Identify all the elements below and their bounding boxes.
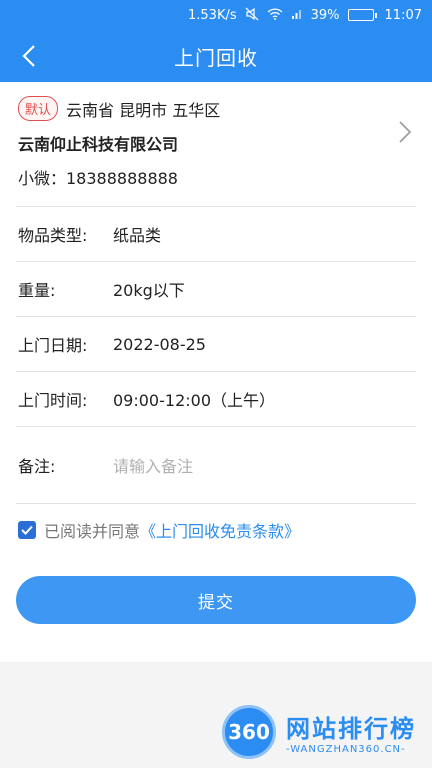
note-row: 备注: 请输入备注 bbox=[16, 427, 416, 504]
pickup-date-row[interactable]: 上门日期: 2022-08-25 bbox=[16, 317, 416, 372]
back-button[interactable] bbox=[16, 43, 42, 69]
pickup-time-label: 上门时间: bbox=[18, 391, 88, 410]
default-badge: 默认 bbox=[18, 96, 59, 121]
app-bar: 上门回收 bbox=[0, 30, 432, 82]
pickup-time-row[interactable]: 上门时间: 09:00-12:00（上午） bbox=[16, 372, 416, 427]
battery-icon bbox=[347, 9, 377, 21]
address-selector[interactable]: 默认 云南省 昆明市 五华区 云南仰止科技有限公司 小微：18388888888 bbox=[16, 82, 416, 207]
note-input[interactable]: 请输入备注 bbox=[113, 453, 193, 477]
address-company: 云南仰止科技有限公司 bbox=[18, 135, 179, 154]
address-region: 云南省 昆明市 五华区 bbox=[66, 100, 221, 120]
agreement-text: 已阅读并同意 bbox=[44, 522, 141, 541]
pickup-date-label: 上门日期: bbox=[18, 336, 88, 355]
watermark-subtitle: -WANGZHAN360.CN- bbox=[286, 744, 406, 755]
check-icon bbox=[21, 525, 33, 535]
submit-button[interactable]: 提交 bbox=[16, 576, 416, 624]
network-speed: 1.53K/s bbox=[188, 7, 237, 23]
watermark-logo: 360 bbox=[222, 705, 276, 759]
mute-icon bbox=[245, 7, 259, 24]
note-label: 备注: bbox=[18, 457, 56, 476]
address-contact: 小微：18388888888 bbox=[18, 169, 178, 188]
weight-row[interactable]: 重量: 20kg以下 bbox=[16, 262, 416, 317]
wifi-icon bbox=[267, 7, 283, 23]
watermark: 360 网站排行榜 -WANGZHAN360.CN- bbox=[222, 705, 416, 759]
weight-label: 重量: bbox=[18, 281, 56, 300]
weight-value: 20kg以下 bbox=[113, 281, 185, 300]
agreement-checkbox[interactable] bbox=[18, 521, 36, 539]
battery-percent: 39% bbox=[310, 7, 340, 23]
item-type-row[interactable]: 物品类型: 纸品类 bbox=[16, 207, 416, 262]
status-bar: 1.53K/s 39% 11:07 bbox=[0, 0, 432, 30]
signal-icon bbox=[291, 8, 303, 23]
item-type-value: 纸品类 bbox=[113, 226, 162, 245]
terms-link[interactable]: 《上门回收免责条款》 bbox=[140, 522, 300, 541]
clock: 11:07 bbox=[384, 7, 422, 23]
form-card: 默认 云南省 昆明市 五华区 云南仰止科技有限公司 小微：18388888888… bbox=[0, 82, 432, 662]
pickup-time-value: 09:00-12:00（上午） bbox=[113, 391, 275, 410]
watermark-title: 网站排行榜 bbox=[286, 715, 416, 743]
page-title: 上门回收 bbox=[174, 45, 258, 70]
chevron-left-icon bbox=[22, 45, 35, 67]
item-type-label: 物品类型: bbox=[18, 226, 88, 245]
pickup-date-value: 2022-08-25 bbox=[113, 334, 206, 354]
chevron-right-icon bbox=[399, 121, 412, 143]
agreement-row: 已阅读并同意《上门回收免责条款》 bbox=[16, 504, 416, 556]
